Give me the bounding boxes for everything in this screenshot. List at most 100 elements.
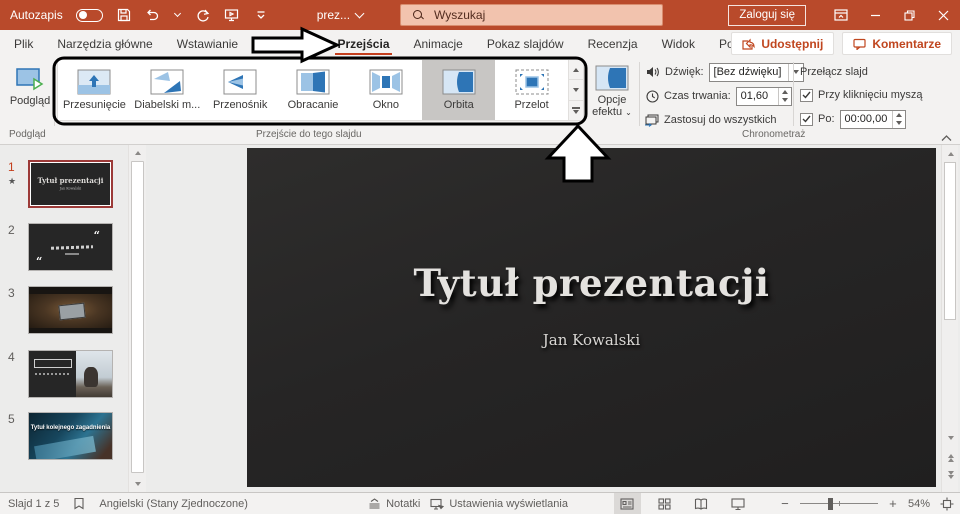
apply-to-all-button[interactable]: Zastosuj do wszystkich [664,114,776,126]
sound-dropdown[interactable]: [Bez dźwięku] [709,63,804,82]
gallery-more-button[interactable] [569,100,583,120]
normal-view-button[interactable] [614,493,641,514]
duration-down-button[interactable] [779,96,791,105]
collapse-ribbon-icon[interactable] [941,129,953,139]
display-settings-button[interactable]: Ustawienia wyświetlania [430,498,568,510]
after-checkbox[interactable] [800,113,813,126]
undo-icon[interactable] [145,7,161,23]
zoom-slider-thumb[interactable] [828,498,833,510]
scroll-up-button[interactable] [130,146,146,160]
transition-push[interactable]: Przesunięcie [58,60,131,120]
slideshow-view-button[interactable] [725,493,752,514]
search-input[interactable] [434,8,614,22]
notes-button[interactable]: Notatki [368,498,420,510]
transition-ferris-wheel[interactable]: Diabelski m... [131,60,204,120]
slide-sorter-view-button[interactable] [651,493,678,514]
transition-window[interactable]: Okno [349,60,422,120]
previous-slide-button[interactable] [943,450,958,465]
slideshow-icon [731,498,745,510]
scroll-down-button[interactable] [130,477,146,491]
slide-number: 4 [8,350,22,364]
toggle-knob [79,11,87,19]
on-mouse-click-checkbox[interactable] [800,89,813,102]
accessibility-checker-icon[interactable] [73,497,85,510]
group-separator [793,62,794,126]
redo-icon[interactable] [195,7,211,23]
reading-view-button[interactable] [688,493,715,514]
comments-button[interactable]: Komentarze [842,32,952,55]
slide-canvas[interactable]: Tytuł prezentacji Jan Kowalski [247,148,936,487]
save-icon[interactable] [116,7,132,23]
transition-star-icon[interactable]: ★ [8,176,16,187]
tab-design[interactable]: Projekt [260,30,301,57]
restore-button[interactable] [892,0,926,30]
gallery-scroll-up-button[interactable] [569,60,583,79]
duration-spinner[interactable]: 01,60 [736,87,792,106]
orbit-transition-icon [442,69,476,95]
close-button[interactable] [926,0,960,30]
zoom-out-button[interactable]: − [780,496,790,511]
search-box[interactable] [400,4,663,26]
display-settings-label: Ustawienia wyświetlania [449,498,568,510]
undo-dropdown-icon[interactable] [174,7,182,23]
reading-view-icon [694,498,708,510]
after-down-button[interactable] [893,119,905,128]
transition-label: Przenośnik [213,99,267,111]
canvas-scrollbar[interactable] [941,145,958,492]
autosave-toggle[interactable] [76,9,103,22]
tablet-shape [58,303,85,321]
share-icon [742,38,755,50]
next-slide-button[interactable] [943,467,958,482]
tab-transitions[interactable]: Przejścia [335,30,391,57]
slide-thumbnail-2[interactable]: “ “ [28,223,113,271]
transition-conveyor[interactable]: Przenośnik [204,60,277,120]
tab-insert[interactable]: Wstawianie [175,30,240,57]
thumbnails-scrollbar[interactable] [128,145,146,492]
autosave-label: Autozapis [10,8,63,22]
zoom-in-button[interactable]: + [888,496,898,511]
tab-view[interactable]: Widok [660,30,697,57]
tab-slideshow[interactable]: Pokaz slajdów [485,30,566,57]
gallery-scroll-down-button[interactable] [569,79,583,99]
after-up-button[interactable] [893,111,905,120]
after-time-spinner[interactable]: 00:00,00 [840,110,906,129]
duration-up-button[interactable] [779,88,791,97]
zoom-slider[interactable] [800,503,878,504]
minimize-button[interactable] [858,0,892,30]
tab-file[interactable]: Plik [12,30,35,57]
transition-fly-through[interactable]: Przelot [495,60,568,120]
transition-rotate[interactable]: Obracanie [277,60,350,120]
tab-home[interactable]: Narzędzia główne [55,30,154,57]
conveyor-transition-icon [223,69,257,95]
tab-review[interactable]: Recenzja [586,30,640,57]
start-slideshow-icon[interactable] [224,7,240,23]
document-title[interactable]: prez... [317,8,363,22]
slide-title-text[interactable]: Tytuł prezentacji [247,261,936,305]
transition-orbit[interactable]: Orbita [422,60,495,120]
slide-subtitle-text[interactable]: Jan Kowalski [247,331,936,349]
language-indicator[interactable]: Angielski (Stany Zjednoczone) [99,498,248,510]
scrollbar-thumb[interactable] [131,161,144,473]
scroll-down-button[interactable] [943,430,958,445]
scrollbar-thumb[interactable] [944,162,956,320]
zoom-level[interactable]: 54% [908,498,930,510]
fit-to-window-icon[interactable] [940,497,954,511]
preview-icon [15,67,45,91]
sign-in-button[interactable]: Zaloguj się [728,5,806,26]
slide-thumbnail-1[interactable]: Tytuł prezentacji Jan Kowalski [28,160,113,208]
slide-thumbnail-4[interactable] [28,350,113,398]
tab-animations[interactable]: Animacje [412,30,465,57]
script-text-line [51,245,93,249]
slide-thumbnail-3[interactable] [28,286,113,334]
effect-options-button[interactable]: Opcje efektu ⌄ [589,61,635,123]
slide-number: 2 [8,223,22,237]
slide-thumbnail-5[interactable]: Tytuł kolejnego zagadnienia [28,412,113,460]
ferris-wheel-transition-icon [150,69,184,95]
customize-toolbar-icon[interactable] [253,7,269,23]
scroll-up-button[interactable] [943,146,958,161]
window-transition-icon [369,69,403,95]
ribbon-display-options-icon[interactable] [824,0,858,30]
preview-button[interactable]: Podgląd [8,61,52,123]
share-button[interactable]: Udostępnij [731,32,834,55]
thumb-text-line [35,373,71,375]
